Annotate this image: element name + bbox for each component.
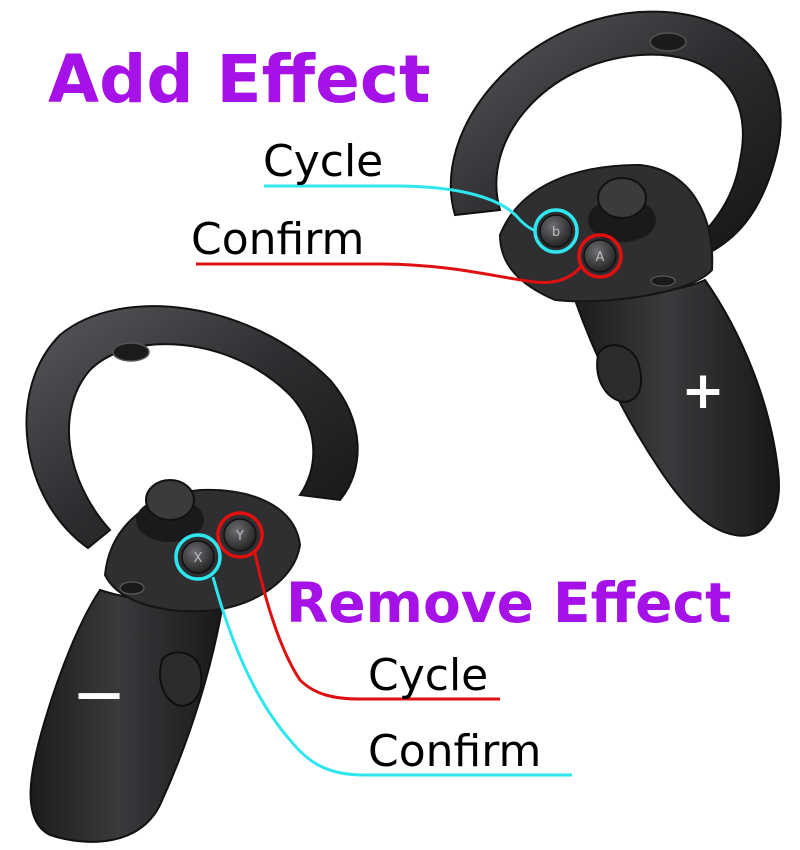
ring-sensor-left [112, 342, 150, 362]
minus-symbol: — [76, 666, 122, 720]
add-cycle-label: Cycle [263, 136, 383, 187]
thumbstick-left [145, 479, 195, 521]
diagram-canvas: b A Y X Add Effect Cycle Confirm Remove … [25, 10, 782, 843]
vr-controller-right-icon: b A [449, 10, 782, 537]
remove-confirm-label: Confirm [368, 726, 541, 777]
add-confirm-label: Confirm [191, 214, 364, 265]
button-y-glyph: Y [235, 529, 244, 544]
menu-button-left [119, 581, 145, 595]
ring-sensor-right [649, 32, 687, 52]
button-b-glyph: b [552, 225, 560, 240]
plus-symbol: + [681, 361, 725, 421]
remove-effect-title: Remove Effect [286, 571, 731, 635]
menu-button-right [650, 275, 676, 287]
thumbstick-right [597, 177, 647, 219]
controller-diagram: b A Y X Add Effect Cycle Confirm Remove … [0, 0, 800, 850]
grip-body-left [29, 588, 227, 843]
grip-body-right [573, 278, 780, 537]
remove-cycle-label: Cycle [368, 650, 488, 701]
button-a-glyph: A [596, 250, 605, 265]
add-effect-title: Add Effect [48, 41, 431, 118]
button-x-glyph: X [194, 551, 203, 566]
